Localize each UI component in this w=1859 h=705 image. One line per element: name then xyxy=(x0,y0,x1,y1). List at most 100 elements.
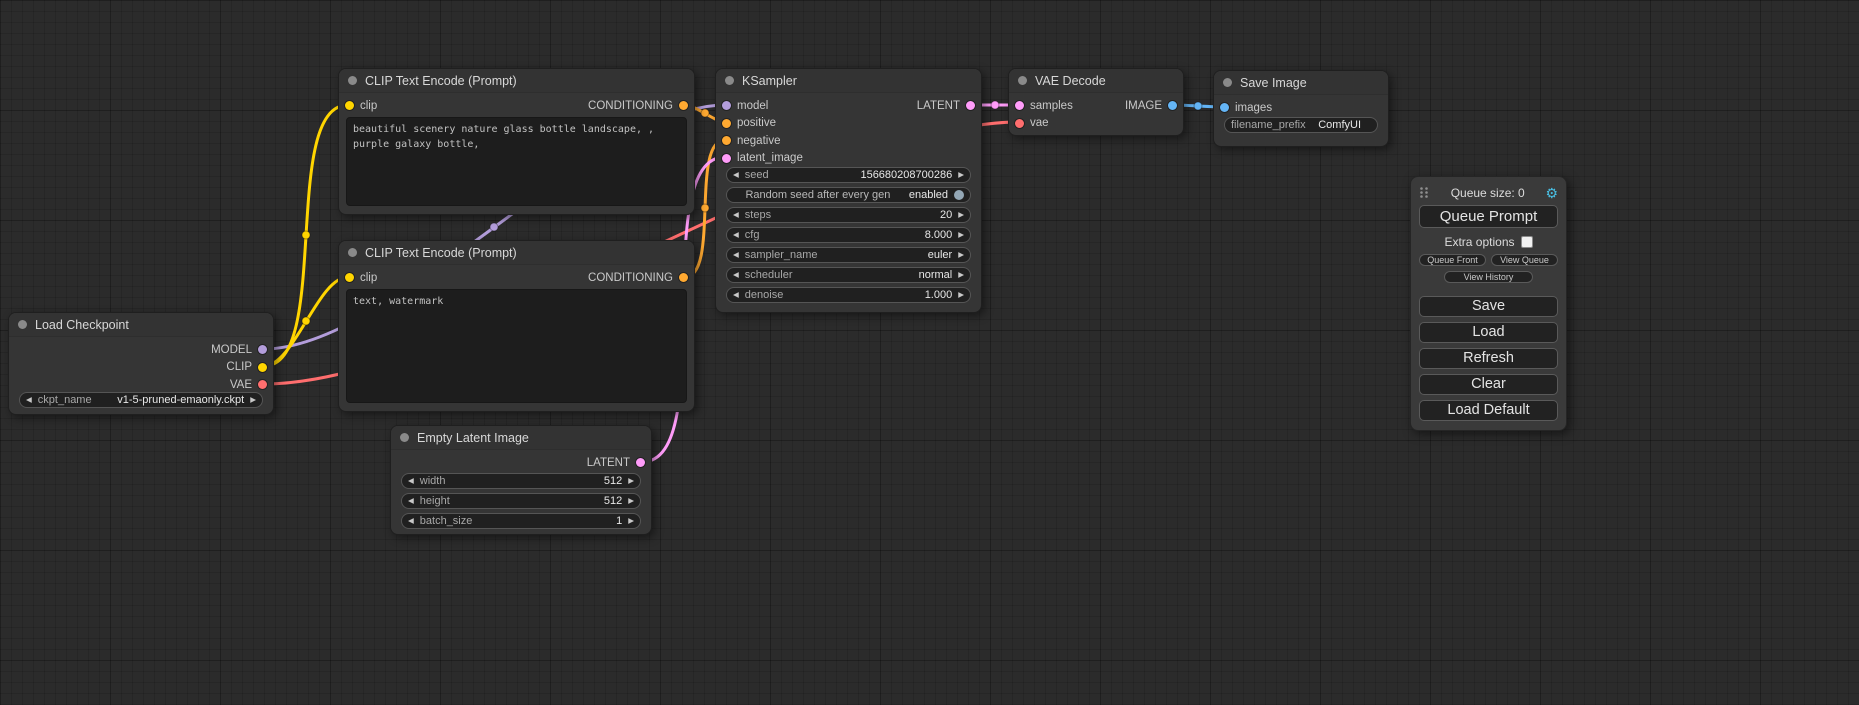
input-pin-negative[interactable] xyxy=(722,136,731,145)
decrement-arrow-icon[interactable]: ◀ xyxy=(733,251,739,259)
decrement-arrow-icon[interactable]: ◀ xyxy=(408,477,414,485)
widget-ckpt-name[interactable]: ◀ ckpt_name v1-5-pruned-emaonly.ckpt ▶ xyxy=(19,392,263,408)
node-title-bar[interactable]: VAE Decode xyxy=(1009,69,1183,93)
decrement-arrow-icon[interactable]: ◀ xyxy=(733,291,739,299)
node-title-bar[interactable]: Load Checkpoint xyxy=(9,313,273,337)
prompt-textarea[interactable]: text, watermark xyxy=(346,289,687,403)
view-history-button[interactable]: View History xyxy=(1444,271,1533,283)
widget-denoise[interactable]: ◀ denoise 1.000 ▶ xyxy=(726,287,971,303)
decrement-arrow-icon[interactable]: ◀ xyxy=(733,171,739,179)
toggle-knob-icon[interactable] xyxy=(954,190,964,200)
save-button[interactable]: Save xyxy=(1419,296,1558,317)
node-status-dot[interactable] xyxy=(400,433,409,442)
input-pin-model[interactable] xyxy=(722,101,731,110)
input-pin-clip[interactable] xyxy=(345,101,354,110)
node-status-dot[interactable] xyxy=(725,76,734,85)
extra-options-checkbox[interactable] xyxy=(1521,236,1533,248)
node-title-bar[interactable]: Empty Latent Image xyxy=(391,426,651,450)
clear-button[interactable]: Clear xyxy=(1419,374,1558,395)
widget-width[interactable]: ◀ width 512 ▶ xyxy=(401,473,641,489)
widget-value: euler xyxy=(928,249,952,261)
increment-arrow-icon[interactable]: ▶ xyxy=(958,271,964,279)
prompt-textarea[interactable]: beautiful scenery nature glass bottle la… xyxy=(346,117,687,206)
node-status-dot[interactable] xyxy=(348,76,357,85)
refresh-button[interactable]: Refresh xyxy=(1419,348,1558,369)
node-vae-decode[interactable]: VAE Decode samples IMAGE vae xyxy=(1008,68,1184,136)
output-pin-vae[interactable] xyxy=(258,380,267,389)
link-midpoint-dot xyxy=(701,204,709,212)
increment-arrow-icon[interactable]: ▶ xyxy=(958,171,964,179)
load-default-button[interactable]: Load Default xyxy=(1419,400,1558,421)
queue-front-button[interactable]: Queue Front xyxy=(1419,254,1486,266)
output-pin-clip[interactable] xyxy=(258,363,267,372)
settings-gear-icon[interactable]: ⚙ xyxy=(1545,186,1558,200)
decrement-arrow-icon[interactable]: ◀ xyxy=(408,497,414,505)
widget-sampler-name[interactable]: ◀ sampler_name euler ▶ xyxy=(726,247,971,263)
output-pin-conditioning[interactable] xyxy=(679,101,688,110)
increment-arrow-icon[interactable]: ▶ xyxy=(250,396,256,404)
node-load-checkpoint[interactable]: Load Checkpoint MODEL CLIP VAE ◀ ckpt_na… xyxy=(8,312,274,415)
increment-arrow-icon[interactable]: ▶ xyxy=(628,517,634,525)
input-pin-vae[interactable] xyxy=(1015,119,1024,128)
input-label: samples xyxy=(1030,100,1073,112)
node-graph-canvas[interactable]: Load Checkpoint MODEL CLIP VAE ◀ ckpt_na… xyxy=(0,0,1859,705)
node-save-image[interactable]: Save Image images filename_prefix ComfyU… xyxy=(1213,70,1389,147)
load-button[interactable]: Load xyxy=(1419,322,1558,343)
input-pin-latent-image[interactable] xyxy=(722,154,731,163)
output-label: LATENT xyxy=(587,457,630,469)
widget-filename-prefix[interactable]: filename_prefix ComfyUI xyxy=(1224,117,1378,133)
widget-random-seed-toggle[interactable]: Random seed after every gen enabled xyxy=(726,187,971,203)
drag-handle-icon[interactable] xyxy=(1419,186,1430,199)
output-pin-latent[interactable] xyxy=(636,458,645,467)
decrement-arrow-icon[interactable]: ◀ xyxy=(733,231,739,239)
output-label: CLIP xyxy=(226,361,252,373)
increment-arrow-icon[interactable]: ▶ xyxy=(628,477,634,485)
widget-label: ckpt_name xyxy=(38,394,92,406)
increment-arrow-icon[interactable]: ▶ xyxy=(958,231,964,239)
node-status-dot[interactable] xyxy=(1018,76,1027,85)
input-pin-positive[interactable] xyxy=(722,119,731,128)
input-pin-samples[interactable] xyxy=(1015,101,1024,110)
output-pin-image[interactable] xyxy=(1168,101,1177,110)
node-clip-text-encode-positive[interactable]: CLIP Text Encode (Prompt) clip CONDITION… xyxy=(338,68,695,215)
node-status-dot[interactable] xyxy=(18,320,27,329)
widget-label: denoise xyxy=(745,289,784,301)
node-empty-latent-image[interactable]: Empty Latent Image LATENT ◀ width 512 ▶ … xyxy=(390,425,652,535)
node-title-bar[interactable]: KSampler xyxy=(716,69,981,93)
decrement-arrow-icon[interactable]: ◀ xyxy=(408,517,414,525)
widget-label: filename_prefix xyxy=(1231,119,1306,131)
increment-arrow-icon[interactable]: ▶ xyxy=(958,251,964,259)
widget-steps[interactable]: ◀ steps 20 ▶ xyxy=(726,207,971,223)
input-label: model xyxy=(737,100,768,112)
decrement-arrow-icon[interactable]: ◀ xyxy=(26,396,32,404)
view-queue-button[interactable]: View Queue xyxy=(1491,254,1558,266)
increment-arrow-icon[interactable]: ▶ xyxy=(628,497,634,505)
node-ksampler[interactable]: KSampler model LATENT positive xyxy=(715,68,982,313)
widget-cfg[interactable]: ◀ cfg 8.000 ▶ xyxy=(726,227,971,243)
widget-value: normal xyxy=(919,269,953,281)
widget-label: height xyxy=(420,495,450,507)
increment-arrow-icon[interactable]: ▶ xyxy=(958,291,964,299)
node-clip-text-encode-negative[interactable]: CLIP Text Encode (Prompt) clip CONDITION… xyxy=(338,240,695,412)
node-title-bar[interactable]: CLIP Text Encode (Prompt) xyxy=(339,241,694,265)
node-title-bar[interactable]: CLIP Text Encode (Prompt) xyxy=(339,69,694,93)
decrement-arrow-icon[interactable]: ◀ xyxy=(733,271,739,279)
widget-label: Random seed after every gen xyxy=(733,189,903,201)
widget-seed[interactable]: ◀ seed 156680208700286 ▶ xyxy=(726,167,971,183)
slot-row: vae xyxy=(1009,115,1183,133)
input-pin-clip[interactable] xyxy=(345,273,354,282)
node-status-dot[interactable] xyxy=(1223,78,1232,87)
widget-batch-size[interactable]: ◀ batch_size 1 ▶ xyxy=(401,513,641,529)
output-pin-conditioning[interactable] xyxy=(679,273,688,282)
output-slot-model: MODEL xyxy=(9,341,273,359)
queue-prompt-button[interactable]: Queue Prompt xyxy=(1419,205,1558,228)
output-pin-model[interactable] xyxy=(258,345,267,354)
increment-arrow-icon[interactable]: ▶ xyxy=(958,211,964,219)
node-status-dot[interactable] xyxy=(348,248,357,257)
output-pin-latent[interactable] xyxy=(966,101,975,110)
decrement-arrow-icon[interactable]: ◀ xyxy=(733,211,739,219)
node-title-bar[interactable]: Save Image xyxy=(1214,71,1388,95)
widget-scheduler[interactable]: ◀ scheduler normal ▶ xyxy=(726,267,971,283)
widget-height[interactable]: ◀ height 512 ▶ xyxy=(401,493,641,509)
input-pin-images[interactable] xyxy=(1220,103,1229,112)
